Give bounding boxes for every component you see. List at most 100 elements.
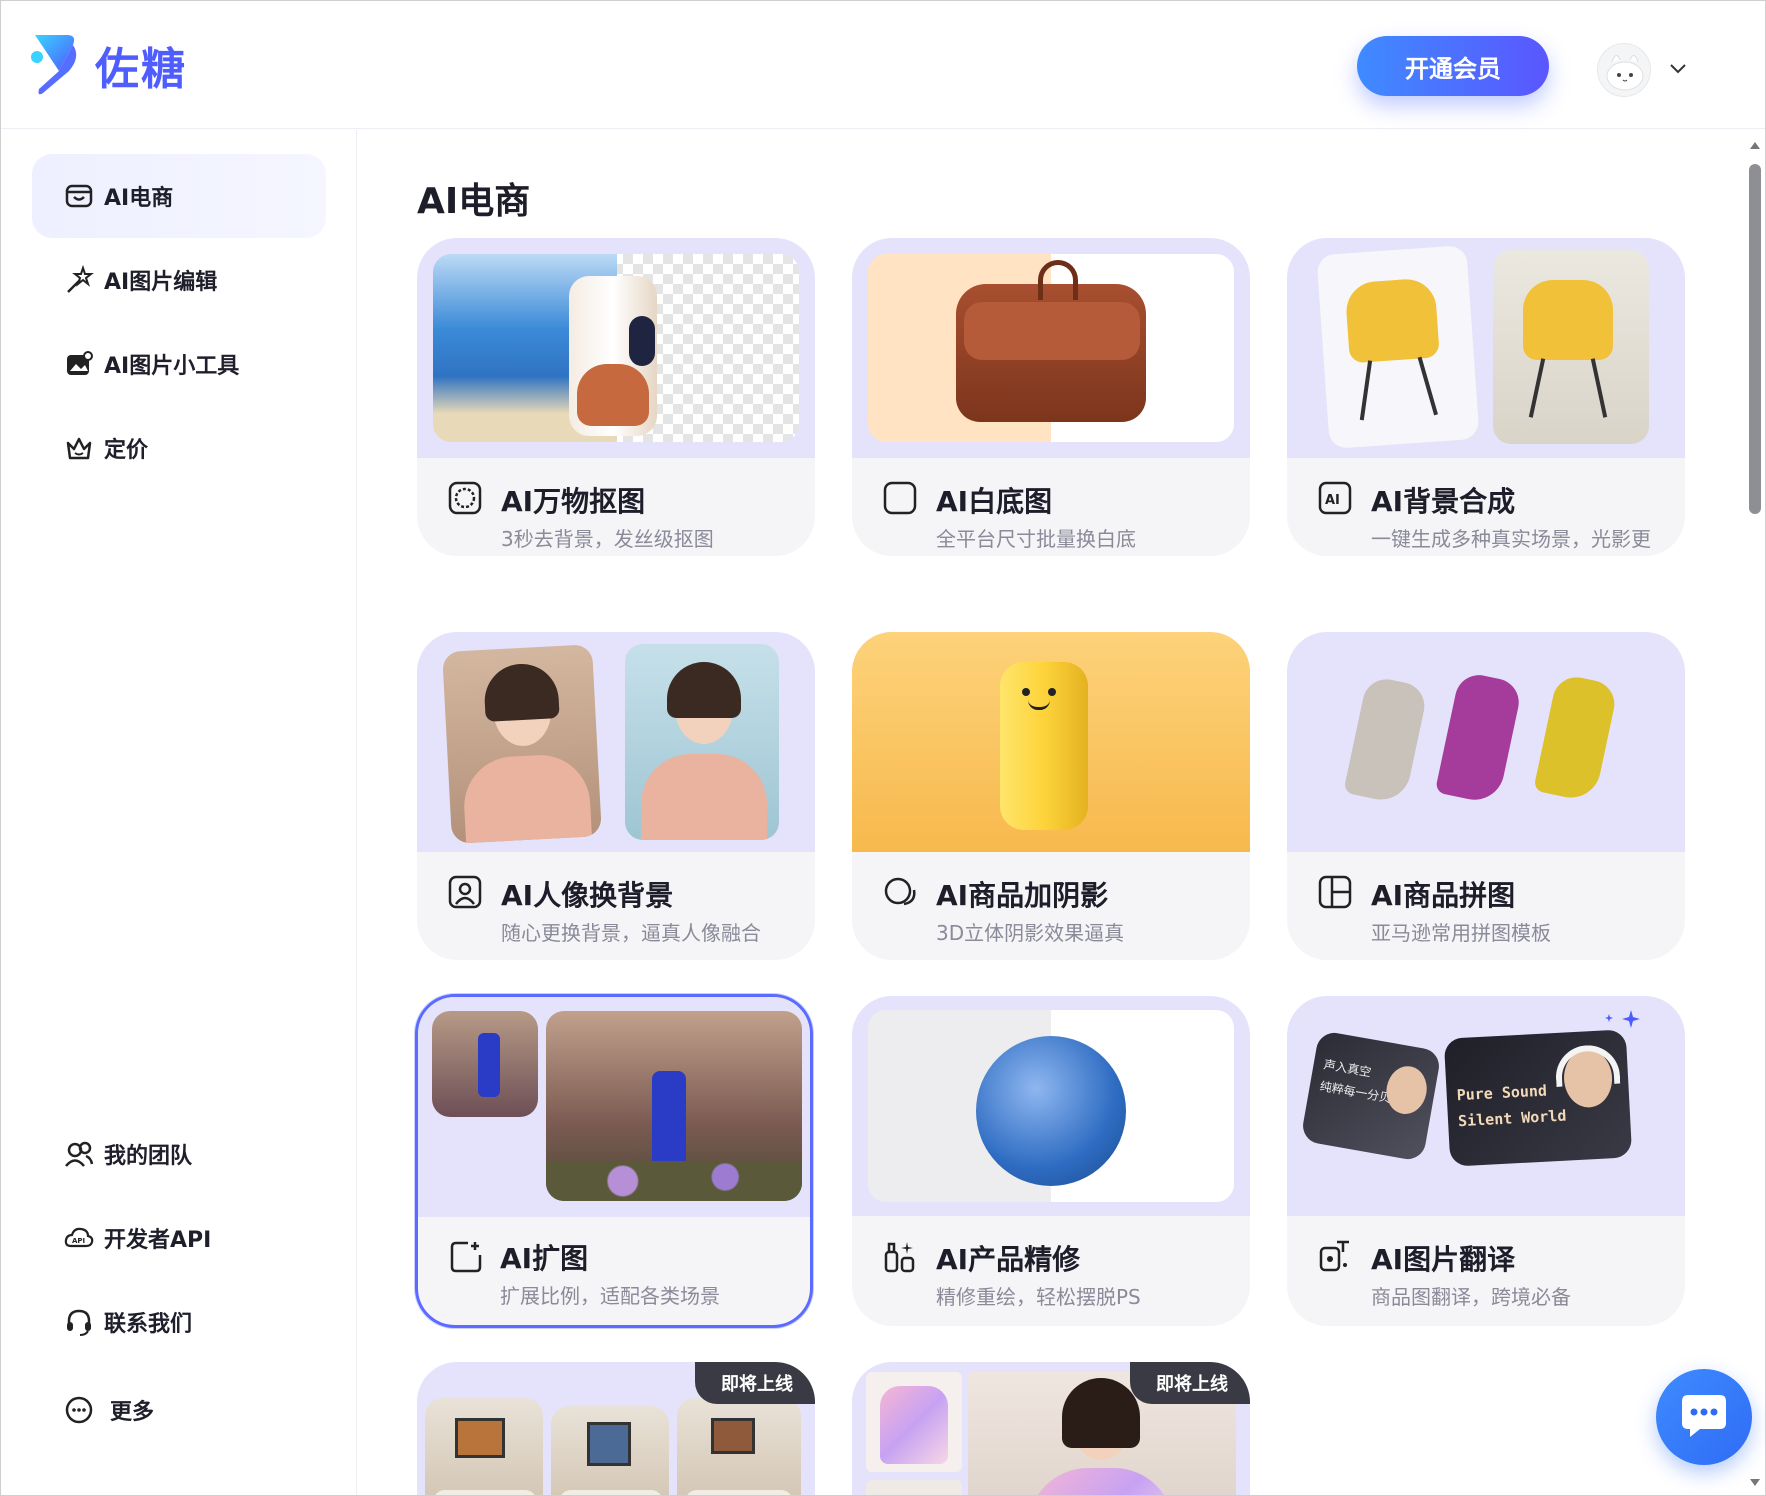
sidebar-item-label: AI电商 [104,186,174,211]
chair-before-image [1316,245,1480,449]
sock-purple-image [1434,670,1524,806]
chair-after-image [1493,250,1649,444]
card-title: AI人像换背景 [501,879,674,912]
sidebar-item-contact-us[interactable]: 联系我们 [32,1280,326,1364]
card-title: AI万物抠图 [501,485,646,518]
expand-after-image [546,1011,802,1201]
cutout-icon [448,481,482,515]
scroll-down-arrow-icon[interactable] [1749,1477,1761,1489]
card-ai-product-collage[interactable]: AI商品拼图 亚马逊常用拼图模板 [1287,632,1685,960]
card-subtitle: 扩展比例，适配各类场景 [500,1284,720,1308]
card-thumbnail [852,238,1250,458]
card-ai-white-background[interactable]: AI白底图 全平台尺寸批量换白底 [852,238,1250,556]
vip-button[interactable]: 开通会员 [1357,36,1549,96]
card-subtitle: 3D立体阴影效果逼真 [936,921,1125,945]
retouch-icon [884,1242,915,1273]
portrait-before-image [442,644,602,844]
sweater-image [866,1372,962,1472]
sidebar-item-developer-api[interactable]: API 开发者API [32,1196,326,1280]
shop-icon [65,184,93,208]
card-title: AI白底图 [936,485,1053,518]
card-ai-portrait-background[interactable]: AI人像换背景 随心更换背景，逼真人像融合 [417,632,815,960]
card-title: AI商品拼图 [1371,879,1516,912]
cutout-preview-image [433,254,799,442]
card-subtitle: 全平台尺寸批量换白底 [936,527,1136,551]
luggage-image [1000,662,1088,830]
card-subtitle: 一键生成多种真实场景，光影更自然 [1371,527,1651,551]
brand-name: 佐糖 [95,44,187,95]
api-cloud-icon: API [64,1227,94,1248]
card-ai-image-translate[interactable]: 声入真空 纯粹每一分贝 Pure Sound Silent World AI图片… [1287,996,1685,1326]
square-icon [883,481,917,515]
user-avatar[interactable] [1597,43,1651,97]
crown-icon [66,437,92,460]
sparkle-icon [1605,1010,1640,1028]
translate-before-image: 声入真空 纯粹每一分贝 [1300,1030,1442,1162]
card-ai-product-shadow[interactable]: AI商品加阴影 3D立体阴影效果逼真 [852,632,1250,960]
top-header: 佐糖 开通会员 [1,1,1765,129]
room-image-3 [677,1398,801,1495]
card-thumbnail [1287,632,1685,852]
brand-logo[interactable]: 佐糖 [29,31,187,99]
card-thumbnail [852,996,1250,1216]
svg-text:API: API [72,1237,85,1245]
translate-after-image: Pure Sound Silent World [1443,1029,1633,1167]
svg-text:AI: AI [1325,493,1340,508]
card-thumbnail: 即将上线 [852,1362,1250,1495]
collage-icon [1318,875,1352,909]
card-title: AI产品精修 [936,1243,1081,1276]
sidebar-item-label: AI图片小工具 [104,354,240,379]
sidebar-item-ai-image-edit[interactable]: AI图片编辑 [32,238,326,322]
expand-before-image [432,1011,538,1117]
sidebar-item-ai-image-tools[interactable]: AI图片小工具 [32,322,326,406]
sidebar-item-label: 联系我们 [104,1312,193,1337]
card-title: AI背景合成 [1371,485,1516,518]
sidebar-item-ai-ecommerce[interactable]: AI电商 [32,154,326,238]
section-title: AI电商 [417,181,531,222]
card-subtitle: 商品图翻译，跨境必备 [1371,1285,1571,1309]
card-subtitle: 随心更换背景，逼真人像融合 [501,921,761,945]
avatar-icon [1606,55,1644,91]
scrollbar-thumb[interactable] [1749,164,1761,514]
sock-grey-image [1343,674,1429,806]
card-coming-soon-2[interactable]: 即将上线 [852,1362,1250,1495]
magic-wand-icon [67,265,94,293]
card-ai-cutout[interactable]: AI万物抠图 3秒去背景，发丝级抠图 [417,238,815,556]
card-title: AI商品加阴影 [936,879,1109,912]
card-subtitle: 精修重绘，轻松摆脱PS [936,1285,1141,1309]
translate-after-text: Silent World [1457,1106,1567,1131]
image-tools-icon [67,351,93,375]
card-title: AI图片翻译 [1371,1243,1516,1276]
more-dots-icon [65,1396,93,1424]
card-title: AI扩图 [500,1242,589,1275]
chat-support-button[interactable] [1656,1369,1752,1465]
chat-bubble-icon [1682,1395,1726,1437]
sidebar-item-my-team[interactable]: 我的团队 [32,1112,326,1196]
card-thumbnail [1287,238,1685,458]
bag-preview-image [868,254,1234,442]
scroll-up-arrow-icon[interactable] [1749,139,1761,151]
sidebar-item-pricing[interactable]: 定价 [32,406,326,490]
card-coming-soon-1[interactable]: 即将上线 [417,1362,815,1495]
room-image-2 [551,1406,669,1495]
sidebar-item-label: 我的团队 [104,1144,193,1169]
card-thumbnail [417,238,815,458]
chevron-down-icon[interactable] [1667,57,1689,79]
card-ai-expand-image[interactable]: AI扩图 扩展比例，适配各类场景 [415,994,813,1328]
room-image-1 [425,1398,543,1495]
card-ai-product-retouch[interactable]: AI产品精修 精修重绘，轻松摆脱PS [852,996,1250,1326]
card-thumbnail [418,997,810,1217]
card-thumbnail: 声入真空 纯粹每一分贝 Pure Sound Silent World [1287,996,1685,1216]
card-subtitle: 3秒去背景，发丝级抠图 [501,527,714,551]
coming-soon-badge: 即将上线 [695,1362,815,1404]
sock-yellow-image [1533,672,1619,804]
sidebar-item-more[interactable]: 更多 [32,1368,326,1452]
card-subtitle: 亚马逊常用拼图模板 [1371,921,1551,945]
coming-soon-badge: 即将上线 [1130,1362,1250,1404]
sidebar-item-label: 更多 [110,1400,155,1425]
card-thumbnail [852,632,1250,852]
card-ai-background-compose[interactable]: AI AI背景合成 一键生成多种真实场景，光影更自然 [1287,238,1685,556]
portrait-after-image [625,644,779,840]
sidebar-item-label: 开发者API [104,1228,212,1253]
sidebar-item-label: AI图片编辑 [104,270,218,295]
